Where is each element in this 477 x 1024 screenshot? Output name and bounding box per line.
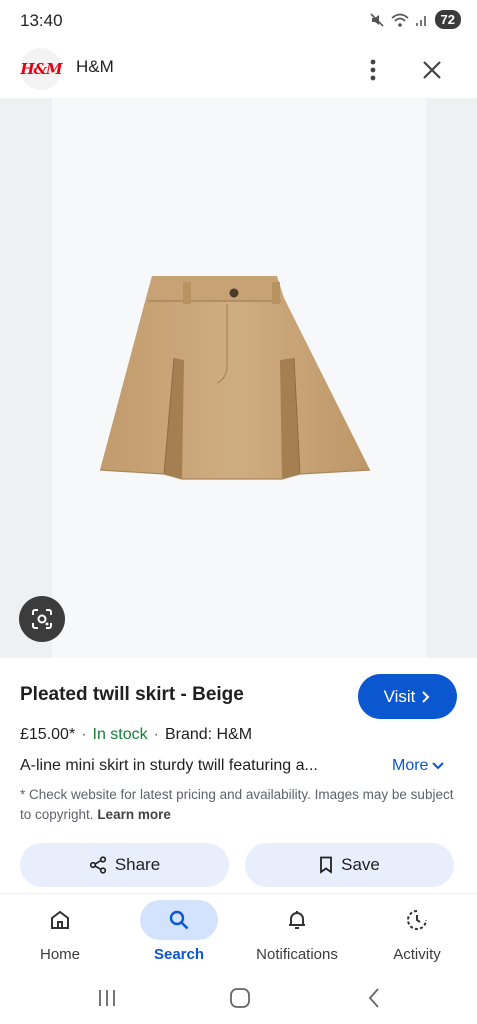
signal-icon [415, 15, 426, 26]
price: £15.00* [20, 726, 76, 743]
product-image-area[interactable] [0, 98, 477, 658]
battery-badge: 72 [434, 10, 461, 29]
product-title: Pleated twill skirt - Beige [20, 684, 244, 705]
separator-dot: · [153, 726, 159, 743]
share-button[interactable]: Share [20, 843, 229, 887]
product-description: A-line mini skirt in sturdy twill featur… [20, 757, 318, 774]
nav-activity-icon-wrap [378, 900, 456, 940]
disclaimer: * Check website for latest pricing and a… [20, 785, 460, 825]
status-icons: 72 [369, 10, 461, 29]
nav-home-icon-wrap [21, 900, 99, 940]
bookmark-icon [320, 856, 333, 874]
home-system-button[interactable] [220, 981, 260, 1015]
logo-text: H&M [20, 60, 62, 78]
separator-dot: · [81, 726, 87, 743]
share-label: Share [114, 855, 161, 874]
product-meta: £15.00* · In stock · Brand: H&M [20, 726, 252, 744]
more-options-button[interactable] [358, 50, 388, 90]
nav-search[interactable]: Search [129, 894, 229, 974]
visit-button[interactable]: Visit [358, 674, 457, 719]
back-button[interactable] [354, 981, 394, 1015]
home-circle-icon [230, 988, 250, 1008]
nav-search-label: Search [153, 946, 205, 963]
chevron-right-icon [422, 690, 430, 703]
back-icon [368, 988, 379, 1008]
nav-notifications-label: Notifications [256, 946, 338, 963]
close-button[interactable] [414, 50, 450, 90]
bottom-nav: Home Search Notifications Activity [0, 893, 477, 974]
system-nav-bar [0, 973, 477, 1024]
chevron-down-icon [432, 762, 445, 770]
nav-search-icon-wrap [140, 900, 218, 940]
site-logo[interactable]: H&M [20, 48, 63, 90]
share-icon [89, 856, 106, 874]
visit-label: Visit [383, 686, 416, 706]
nav-notifications-icon-wrap [258, 900, 336, 940]
site-name: H&M [76, 57, 114, 76]
brand: Brand: H&M [164, 726, 253, 743]
nav-home-label: Home [39, 946, 80, 963]
more-label: More [392, 757, 429, 774]
more-button[interactable]: More [392, 757, 445, 775]
learn-more-link[interactable]: Learn more [97, 807, 171, 822]
more-vert-icon [370, 59, 376, 81]
close-icon [423, 61, 441, 79]
recent-apps-button[interactable] [87, 981, 127, 1015]
status-time: 13:40 [20, 11, 63, 30]
nav-notifications[interactable]: Notifications [247, 894, 347, 974]
stock-status: In stock [92, 726, 148, 743]
disclaimer-text: * Check website for latest pricing and a… [20, 787, 454, 822]
activity-icon [407, 910, 427, 930]
lens-button[interactable] [19, 596, 65, 642]
wifi-icon [390, 13, 409, 27]
home-icon [51, 910, 69, 929]
product-image[interactable] [52, 98, 426, 658]
lens-icon [32, 609, 52, 629]
search-icon [169, 910, 189, 930]
save-label: Save [341, 855, 380, 874]
bell-icon [289, 911, 305, 929]
recent-apps-icon [99, 990, 115, 1006]
skirt-image [99, 276, 371, 480]
site-header: H&M H&M [0, 44, 477, 98]
nav-home[interactable]: Home [10, 894, 110, 974]
save-button[interactable]: Save [245, 843, 454, 887]
status-bar: 13:40 72 [0, 0, 477, 44]
nav-activity[interactable]: Activity [367, 894, 467, 974]
mute-icon [369, 12, 384, 27]
nav-activity-label: Activity [393, 946, 441, 963]
